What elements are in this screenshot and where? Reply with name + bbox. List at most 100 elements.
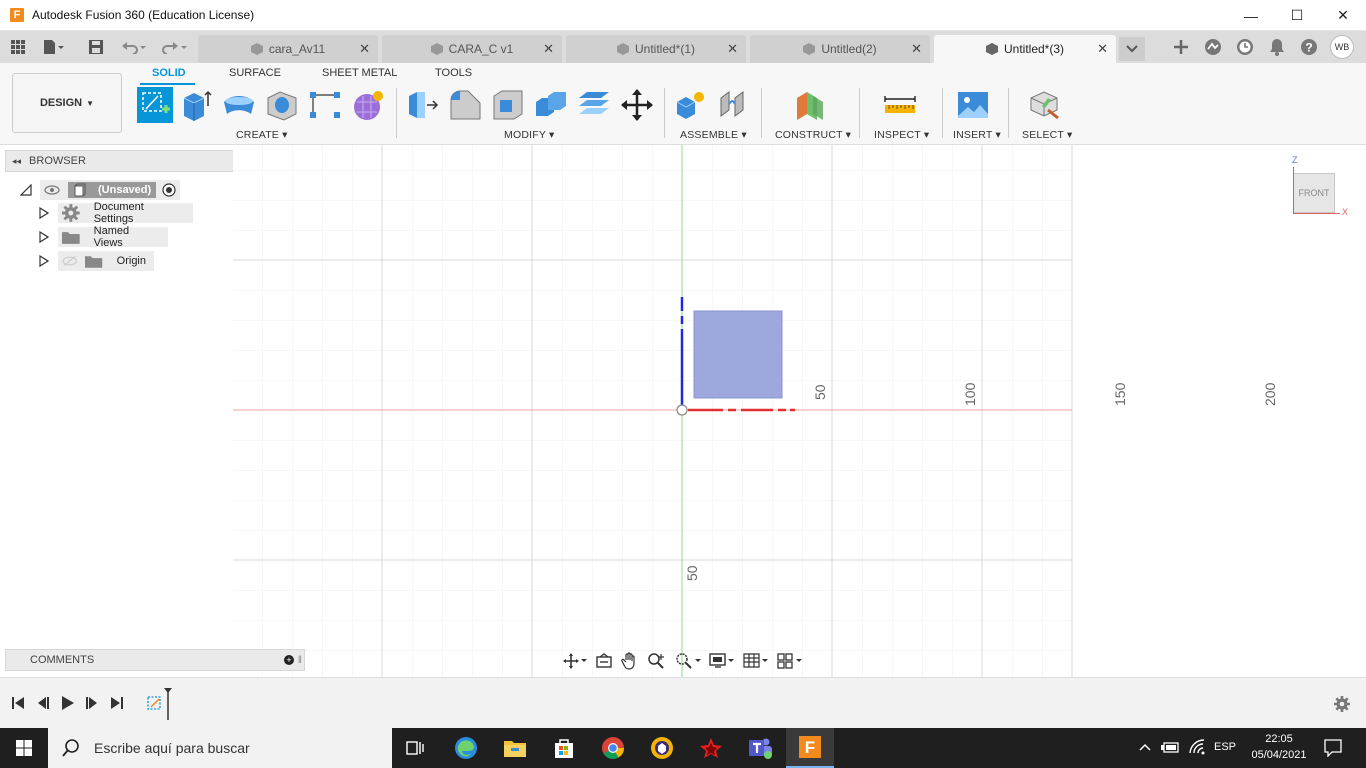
system-clock[interactable]: 22:05 05/04/2021	[1245, 731, 1313, 763]
close-tab-icon[interactable]: ✕	[543, 41, 554, 57]
user-avatar[interactable]: WB	[1330, 35, 1354, 59]
expand-triangle-icon[interactable]	[38, 207, 50, 219]
sketch-profile-square[interactable]	[693, 310, 783, 399]
input-language-indicator[interactable]: ESP	[1214, 741, 1236, 753]
fillet-icon[interactable]	[448, 88, 482, 122]
look-at-icon[interactable]	[595, 653, 613, 669]
data-panel-icon[interactable]	[1202, 36, 1224, 58]
panel-pin-handle[interactable]: ‖	[298, 655, 302, 666]
pan-hand-icon[interactable]	[621, 652, 639, 670]
app-grid-icon[interactable]	[4, 31, 32, 63]
play-icon[interactable]	[61, 695, 75, 711]
hole-icon[interactable]	[265, 88, 299, 122]
grid-settings-icon[interactable]	[743, 652, 769, 670]
zoom-window-icon[interactable]	[675, 652, 701, 670]
battery-icon[interactable]	[1161, 740, 1181, 757]
minimize-button[interactable]: —	[1228, 0, 1274, 31]
file-explorer-icon[interactable]	[491, 728, 539, 768]
doc-tab-3[interactable]: Untitled(2) ✕	[750, 35, 930, 63]
press-pull-icon[interactable]	[405, 88, 439, 122]
tab-tools[interactable]: TOOLS	[435, 67, 472, 79]
notification-center-icon[interactable]	[1324, 739, 1342, 760]
tree-row-document-settings[interactable]: Document Settings	[38, 201, 193, 225]
red-app-icon[interactable]	[687, 728, 735, 768]
tree-root-row[interactable]: (Unsaved)	[20, 180, 180, 200]
origin-point[interactable]	[676, 404, 688, 416]
close-window-button[interactable]: ✕	[1320, 0, 1366, 31]
close-tab-icon[interactable]: ✕	[359, 41, 370, 57]
save-icon[interactable]	[82, 31, 110, 63]
new-tab-plus-icon[interactable]	[1170, 36, 1192, 58]
insert-image-icon[interactable]	[956, 88, 990, 122]
zoom-icon[interactable]	[647, 652, 667, 670]
doc-tab-4-active[interactable]: Untitled*(3) ✕	[934, 35, 1116, 63]
add-comment-icon[interactable]: +	[284, 655, 294, 665]
new-component-icon[interactable]	[674, 88, 708, 122]
tab-solid[interactable]: SOLID	[152, 67, 186, 79]
undo-icon[interactable]	[116, 31, 152, 63]
teams-icon[interactable]	[736, 728, 784, 768]
insert-group-label[interactable]: INSERT ▾	[953, 129, 1001, 141]
tab-sheet-metal[interactable]: SHEET METAL	[322, 67, 397, 79]
tab-overflow-dropdown[interactable]	[1119, 37, 1145, 61]
joint-icon[interactable]	[717, 88, 751, 122]
assemble-group-label[interactable]: ASSEMBLE ▾	[680, 129, 747, 141]
windows-start-icon[interactable]	[0, 728, 48, 768]
brave-like-browser-icon[interactable]	[638, 728, 686, 768]
expand-triangle-icon[interactable]	[38, 231, 50, 243]
offset-plane-icon[interactable]	[793, 88, 827, 122]
root-component-chip[interactable]: (Unsaved)	[68, 182, 156, 198]
job-status-clock-icon[interactable]	[1234, 36, 1256, 58]
activate-radio-icon[interactable]	[162, 183, 176, 197]
timeline-settings-gear-icon[interactable]	[1333, 695, 1351, 713]
show-hidden-icons-chevron-icon[interactable]	[1138, 740, 1152, 757]
microsoft-store-icon[interactable]	[540, 728, 588, 768]
file-menu-icon[interactable]	[36, 31, 72, 63]
fusion-360-taskbar-icon[interactable]: F	[786, 728, 834, 768]
visibility-eye-icon[interactable]	[44, 184, 60, 196]
wifi-icon[interactable]	[1188, 739, 1206, 758]
view-cube[interactable]: Z FRONT X	[1290, 155, 1350, 217]
inspect-group-label[interactable]: INSPECT ▾	[874, 129, 929, 141]
create-form-icon[interactable]	[351, 88, 385, 122]
expand-triangle-icon[interactable]	[38, 255, 50, 267]
create-sketch-icon[interactable]	[137, 87, 173, 123]
redo-icon[interactable]	[156, 31, 192, 63]
combine-icon[interactable]	[534, 88, 568, 122]
doc-tab-1[interactable]: CARA_C v1 ✕	[382, 35, 562, 63]
step-back-icon[interactable]	[36, 696, 50, 710]
rectangular-pattern-icon[interactable]	[308, 88, 342, 122]
doc-tab-2[interactable]: Untitled*(1) ✕	[566, 35, 746, 63]
timeline-marker[interactable]	[164, 688, 172, 720]
collapse-panel-icon[interactable]: ◂◂	[12, 156, 21, 167]
maximize-button[interactable]: ☐	[1274, 0, 1320, 31]
tree-row-origin[interactable]: Origin	[38, 251, 154, 271]
chrome-browser-icon[interactable]	[589, 728, 637, 768]
comments-panel-header[interactable]: COMMENTS + ‖	[5, 649, 305, 671]
edge-browser-icon[interactable]	[442, 728, 490, 768]
replace-face-icon[interactable]	[577, 88, 611, 122]
go-to-end-icon[interactable]	[110, 696, 124, 710]
doc-tab-0[interactable]: cara_Av11 ✕	[198, 35, 378, 63]
task-view-icon[interactable]	[392, 728, 440, 768]
close-tab-icon[interactable]: ✕	[1097, 41, 1108, 57]
orbit-icon[interactable]	[563, 653, 587, 669]
notifications-bell-icon[interactable]	[1266, 36, 1288, 58]
tab-surface[interactable]: SURFACE	[229, 67, 281, 79]
close-tab-icon[interactable]: ✕	[727, 41, 738, 57]
extrude-icon[interactable]	[180, 88, 214, 122]
measure-icon[interactable]	[883, 88, 917, 122]
construct-group-label[interactable]: CONSTRUCT ▾	[775, 129, 851, 141]
close-tab-icon[interactable]: ✕	[911, 41, 922, 57]
help-icon[interactable]: ?	[1298, 36, 1320, 58]
expand-triangle-icon[interactable]	[20, 184, 32, 196]
create-group-label[interactable]: CREATE ▾	[236, 129, 288, 141]
shell-icon[interactable]	[491, 88, 525, 122]
design-canvas[interactable]: 50 100 150 200 50 Z FRONT X	[233, 145, 1366, 677]
viewports-icon[interactable]	[777, 652, 803, 670]
select-group-label[interactable]: SELECT ▾	[1022, 129, 1072, 141]
revolve-icon[interactable]	[222, 88, 256, 122]
step-forward-icon[interactable]	[85, 696, 99, 710]
move-copy-icon[interactable]	[620, 88, 654, 122]
select-tool-icon[interactable]	[1028, 88, 1062, 122]
